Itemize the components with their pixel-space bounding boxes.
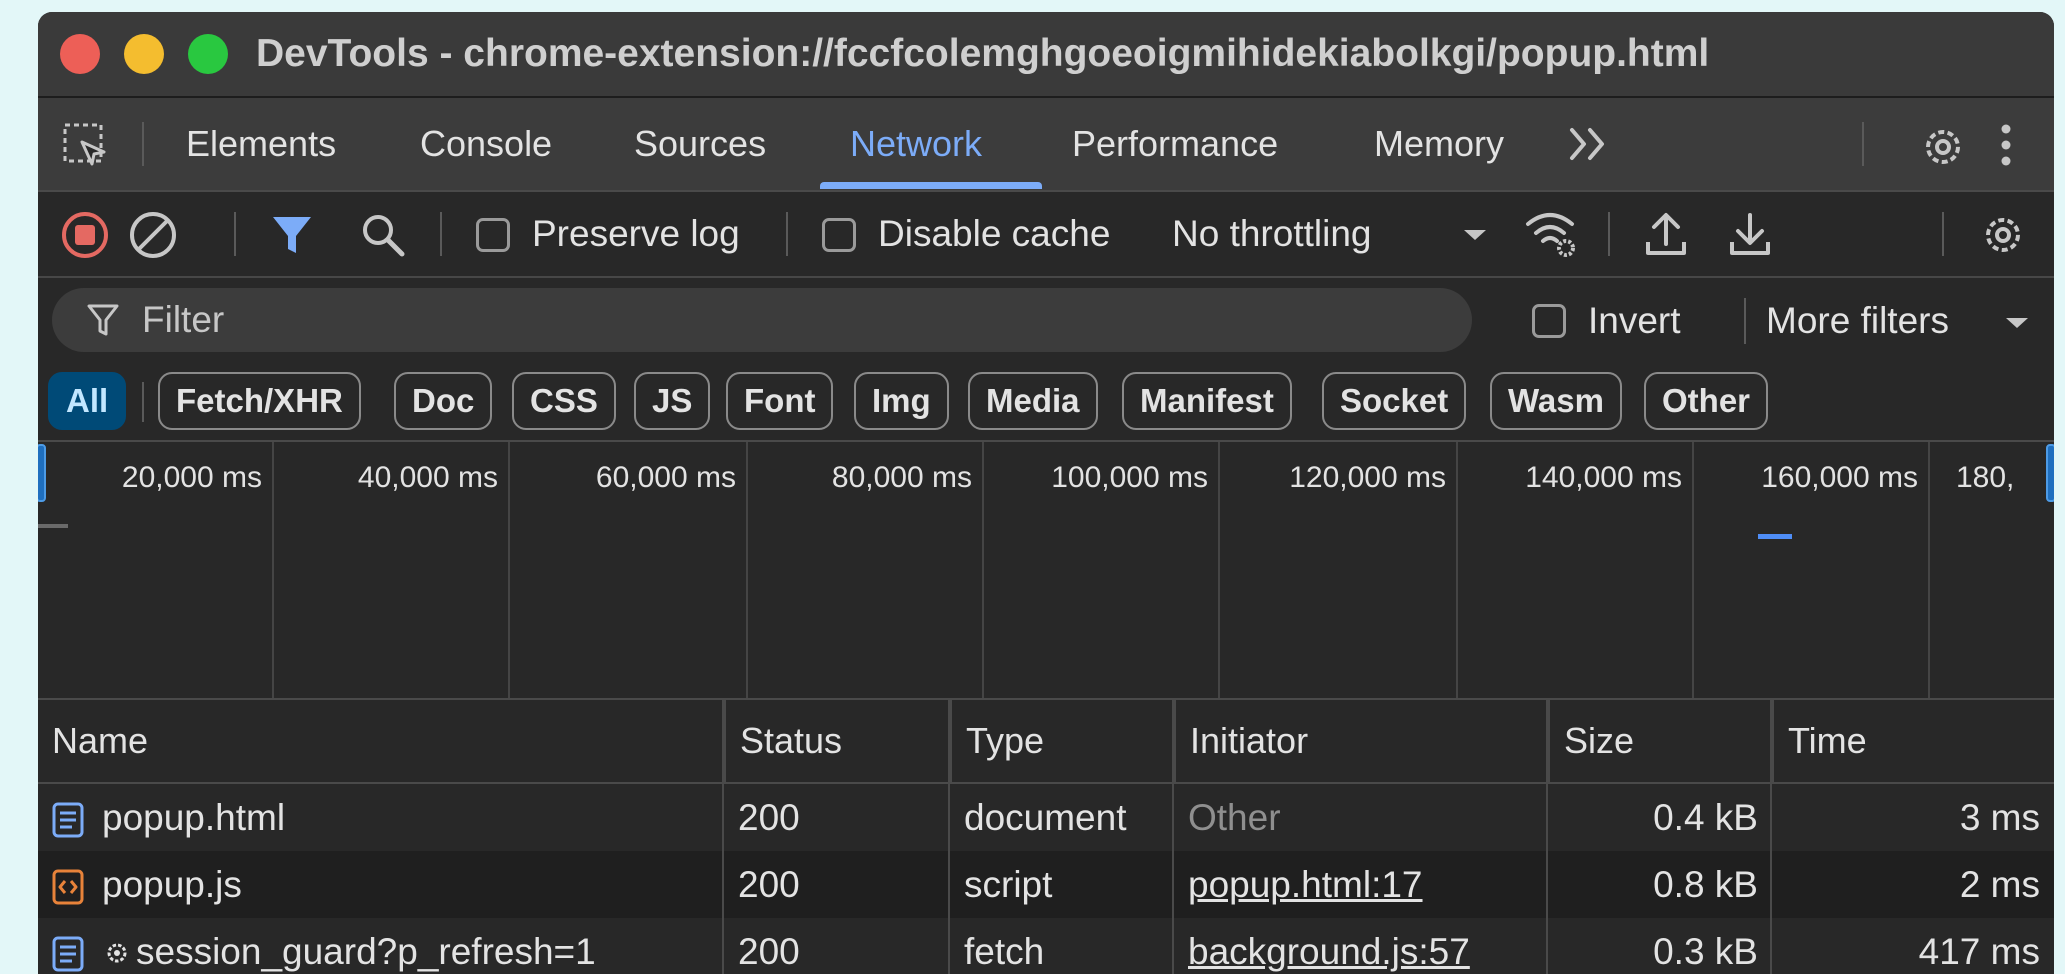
tab-memory[interactable]: Memory [1374, 98, 1504, 190]
filter-placeholder: Filter [142, 299, 225, 340]
timeline-tick: 40,000 ms [357, 461, 498, 494]
request-name[interactable]: session_guard?p_refresh=1 [126, 918, 722, 974]
invert-checkbox[interactable] [1532, 304, 1566, 338]
network-conditions-wifi-icon[interactable] [1524, 208, 1580, 260]
request-time: 417 ms [1918, 931, 2040, 972]
table-row[interactable]: popup.html 200 document Other 0.4 kB 3 m… [38, 784, 2054, 851]
type-filter-doc[interactable]: Doc [394, 372, 493, 430]
preserve-log-checkbox[interactable] [476, 218, 510, 252]
request-time: 3 ms [1959, 797, 2040, 838]
type-filter-font[interactable]: Font [726, 372, 834, 430]
column-header-status[interactable]: Status [724, 700, 950, 782]
filter-input[interactable]: Filter [52, 288, 1472, 352]
request-initiator-link[interactable]: background.js:57 [1174, 918, 1548, 974]
devtools-window: DevTools - chrome-extension://fccfcolemg… [38, 12, 2054, 974]
network-settings-gear-icon[interactable] [1978, 210, 2028, 260]
window-title: DevTools - chrome-extension://fccfcolemg… [256, 32, 1710, 75]
column-header-type[interactable]: Type [950, 700, 1174, 782]
type-filter-js[interactable]: JS [634, 372, 711, 430]
type-filter-all[interactable]: All [48, 372, 127, 430]
timeline-tick: 80,000 ms [831, 461, 972, 494]
request-size: 0.3 kB [1653, 931, 1758, 972]
timeline-tick: 20,000 ms [121, 461, 262, 494]
document-icon [52, 936, 84, 972]
timeline-tick: 160,000 ms [1761, 461, 1918, 494]
type-filter-fetch-xhr[interactable]: Fetch/XHR [158, 372, 361, 430]
overview-request-mark [38, 524, 68, 528]
preserve-log-label: Preserve log [532, 213, 740, 254]
table-row[interactable]: popup.js 200 script popup.html:17 0.8 kB… [38, 851, 2054, 918]
inspect-element-icon[interactable] [62, 122, 108, 168]
panel-tabs-bar: Elements Console Sources Network Perform… [38, 98, 2054, 192]
search-icon[interactable] [360, 212, 406, 258]
request-type: fetch [964, 931, 1045, 972]
request-size: 0.4 kB [1653, 797, 1758, 838]
timeline-tick: 120,000 ms [1289, 461, 1446, 494]
type-filter-img[interactable]: Img [854, 372, 949, 430]
request-type: script [964, 864, 1053, 905]
type-filter-css[interactable]: CSS [512, 372, 616, 430]
zoom-window-button[interactable] [188, 34, 228, 74]
requests-table-header: Name Status Type Initiator Size Time [38, 700, 2054, 784]
tab-sources[interactable]: Sources [634, 98, 766, 190]
stop-recording-icon[interactable] [60, 210, 110, 260]
tab-performance[interactable]: Performance [1072, 98, 1278, 190]
column-header-name[interactable]: Name [38, 700, 724, 782]
active-tab-indicator [820, 182, 1042, 189]
type-filter-manifest[interactable]: Manifest [1122, 372, 1292, 430]
request-initiator-link[interactable]: popup.html:17 [1174, 851, 1548, 918]
close-window-button[interactable] [60, 34, 100, 74]
request-status: 200 [738, 864, 800, 905]
request-status: 200 [738, 797, 800, 838]
request-type: document [964, 797, 1127, 838]
disable-cache-checkbox[interactable] [822, 218, 856, 252]
network-toolbar: Preserve log Disable cache No throttling [38, 192, 2054, 278]
more-tabs-chevron-icon[interactable] [1566, 124, 1612, 164]
request-initiator: Other [1188, 797, 1281, 838]
request-size: 0.8 kB [1653, 864, 1758, 905]
throttling-select[interactable]: No throttling [1172, 192, 1372, 276]
export-har-download-icon[interactable] [1728, 210, 1772, 258]
column-header-time[interactable]: Time [1772, 700, 2054, 782]
type-filter-socket[interactable]: Socket [1322, 372, 1467, 430]
tab-elements[interactable]: Elements [186, 98, 336, 190]
request-status: 200 [738, 931, 800, 972]
overview-left-handle[interactable] [38, 444, 46, 502]
tab-console[interactable]: Console [420, 98, 552, 190]
resource-type-filters: All Fetch/XHR Doc CSS JS Font Img Media … [38, 364, 2054, 442]
more-filters-dropdown[interactable]: More filters [1766, 278, 1949, 364]
timeline-tick: 140,000 ms [1525, 461, 1682, 494]
title-bar: DevTools - chrome-extension://fccfcolemg… [38, 12, 2054, 98]
column-header-size[interactable]: Size [1548, 700, 1772, 782]
invert-label: Invert [1588, 300, 1681, 341]
filter-row: Filter Invert More filters [38, 278, 2054, 364]
timeline-tick: 100,000 ms [1051, 461, 1208, 494]
tab-network[interactable]: Network [850, 98, 982, 190]
network-overview-timeline[interactable]: 20,000 ms 40,000 ms 60,000 ms 80,000 ms … [38, 442, 2054, 700]
document-icon [52, 802, 84, 838]
import-har-upload-icon[interactable] [1644, 210, 1688, 258]
throttling-dropdown-arrow-icon[interactable] [1462, 228, 1488, 242]
table-row[interactable]: session_guard?p_refresh=1 200 fetch back… [38, 918, 2054, 974]
script-icon [52, 869, 84, 905]
type-filter-other[interactable]: Other [1644, 372, 1769, 430]
type-filter-media[interactable]: Media [968, 372, 1098, 430]
request-time: 2 ms [1959, 864, 2040, 905]
request-name[interactable]: popup.html [92, 784, 722, 851]
filter-funnel-icon[interactable] [270, 212, 314, 258]
settings-gear-icon[interactable] [1918, 122, 1968, 172]
filter-icon [86, 302, 120, 338]
disable-cache-label: Disable cache [878, 213, 1111, 254]
timeline-tick: 60,000 ms [595, 461, 736, 494]
customize-menu-icon[interactable] [1998, 122, 2014, 168]
timeline-tick: 180, [1956, 461, 2015, 494]
column-header-initiator[interactable]: Initiator [1174, 700, 1548, 782]
type-filter-wasm[interactable]: Wasm [1490, 372, 1622, 430]
more-filters-arrow-icon[interactable] [2004, 316, 2030, 330]
minimize-window-button[interactable] [124, 34, 164, 74]
overview-request-mark [1758, 534, 1792, 539]
clear-icon[interactable] [128, 210, 178, 260]
request-name[interactable]: popup.js [92, 851, 722, 918]
